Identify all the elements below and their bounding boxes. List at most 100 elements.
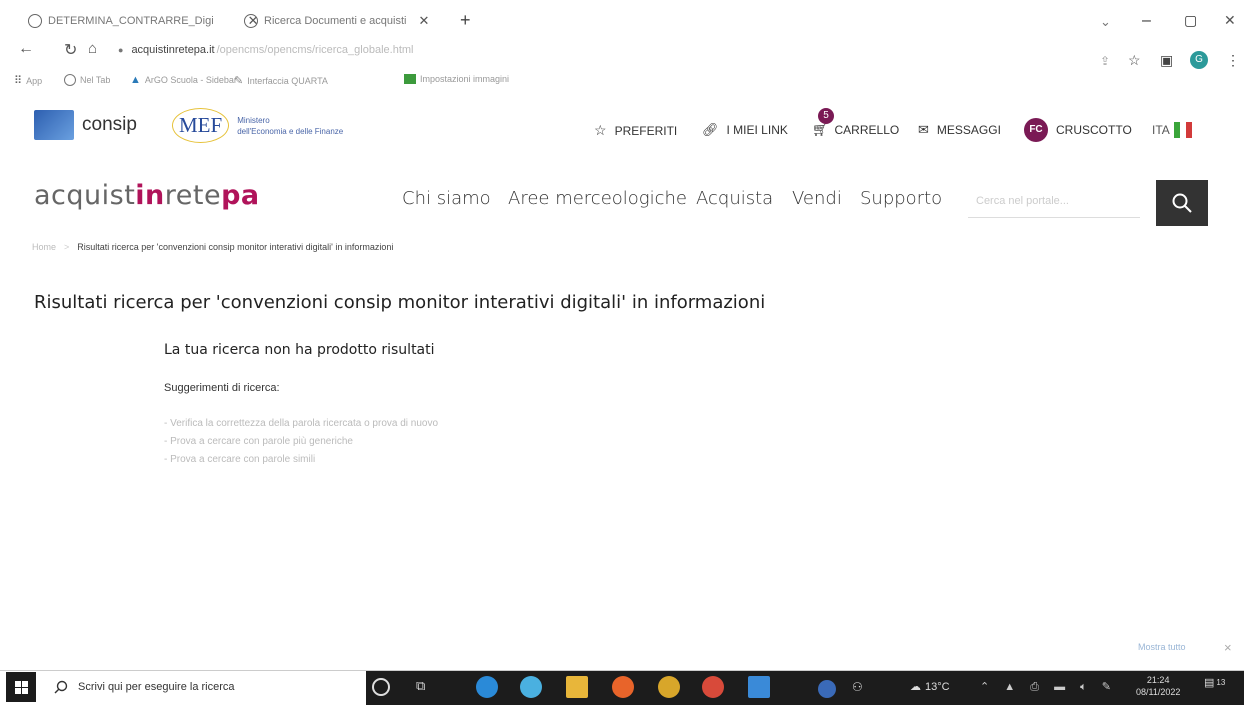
site-search-input[interactable]: Cerca nel portale... (968, 184, 1140, 218)
image-icon (404, 74, 416, 84)
notification-count: 13 (1216, 678, 1226, 687)
user-avatar: FC (1024, 118, 1048, 142)
taskbar-search-input[interactable]: Scrivi qui per eseguire la ricerca (54, 676, 354, 698)
apps-grid-icon: ⠿ (14, 75, 23, 87)
messaggi-label: MESSAGGI (936, 123, 1001, 137)
flag-icon (1173, 122, 1192, 138)
cruscotto-label: CRUSCOTTO (1056, 123, 1132, 137)
bookmark-label: Nel Tab (80, 75, 111, 85)
windows-icon (14, 680, 28, 694)
home-button[interactable]: ⌂ (88, 40, 97, 57)
consip-wave-icon (34, 110, 74, 140)
profile-avatar[interactable]: G (1190, 51, 1208, 69)
menu-icon[interactable]: ⋮ (1226, 52, 1240, 69)
task-view-icon[interactable]: ⧉ (416, 678, 425, 694)
weather-temp: 13°C (925, 680, 950, 693)
clock-date: 08/11/2022 (1136, 687, 1181, 697)
suggestion-item: - Prova a cercare con parole simili (164, 454, 316, 465)
miei-link[interactable]: 🔗︎ I MIEI LINK (702, 122, 788, 138)
preferiti-link[interactable]: ☆ PREFERITI (594, 122, 677, 139)
search-icon (1172, 193, 1192, 213)
suggestions-label: Suggerimenti di ricerca: (164, 382, 280, 394)
explorer-icon[interactable] (566, 676, 588, 698)
bookmark-star-icon[interactable]: ☆ (1128, 52, 1141, 69)
maximize-button[interactable]: ▢ (1184, 12, 1197, 29)
carrello-label: CARRELLO (834, 123, 900, 137)
address-bar[interactable]: ● acquistinretepa.it /opencms/opencms/ri… (118, 40, 413, 60)
start-button[interactable] (6, 672, 36, 702)
bookmark-label: Impostazioni immagini (420, 74, 510, 84)
logo-text: rete (164, 180, 222, 211)
notifications-button[interactable]: ▤ 13 (1204, 676, 1225, 689)
minimize-button[interactable]: – (1142, 12, 1151, 30)
clock[interactable]: 21:24 08/11/2022 (1136, 674, 1180, 698)
logo-text: in (135, 180, 165, 211)
browser-tab-1[interactable]: DETERMINA_CONTRARRE_Digi ✕ (28, 8, 259, 34)
tray-icons[interactable]: ⌃ ▲ ⎙ ▬ 🔈︎ ✎ (980, 680, 1117, 694)
breadcrumb-home[interactable]: Home (32, 242, 56, 252)
reload-button[interactable]: ↻ (64, 40, 77, 60)
bookmark-item[interactable]: ▲ ArGO Scuola - Sidebar (130, 74, 237, 86)
suggestion-item: - Verifica la correttezza della parola r… (164, 418, 439, 429)
consip-logo[interactable]: consip (34, 110, 137, 140)
cart-count-badge: 5 (818, 108, 834, 124)
bookmark-label: ArGO Scuola - Sidebar (144, 75, 237, 85)
tab-title: Ricerca Documenti e acquisti (264, 15, 407, 27)
new-tab-button[interactable]: + (460, 10, 471, 31)
back-button[interactable]: ← (18, 40, 34, 58)
weather-widget[interactable]: ☁ 13°C (910, 680, 950, 694)
messaggi-link[interactable]: ✉ MESSAGGI (918, 122, 1001, 138)
bookmark-item[interactable]: ✎ Interfaccia QUARTA (234, 74, 328, 87)
close-icon[interactable]: ✕ (418, 13, 429, 29)
mef-subtitle: Ministero (237, 115, 270, 125)
notice-close-icon[interactable]: × (1224, 640, 1232, 655)
acquistinretepa-logo[interactable]: acquistinretepa (34, 180, 260, 211)
logo-text: pa (221, 180, 260, 211)
language-label: ITA (1152, 123, 1170, 137)
sidepanel-icon[interactable]: ▣ (1160, 52, 1173, 69)
nav-vendi[interactable]: Vendi (792, 188, 842, 209)
consip-text: consip (82, 114, 137, 135)
cruscotto-link[interactable]: FC CRUSCOTTO (1024, 118, 1132, 142)
edge-icon[interactable] (476, 676, 498, 698)
lock-icon: ● (118, 45, 124, 55)
browser-tab-2[interactable]: Ricerca Documenti e acquisti ✕ (244, 8, 429, 34)
app-icon[interactable] (520, 676, 542, 698)
mef-text: MEF (172, 108, 230, 143)
nav-aree-merceologiche[interactable]: Aree merceologiche (508, 188, 687, 209)
close-window-button[interactable]: ✕ (1224, 12, 1236, 29)
site-search-button[interactable] (1156, 180, 1208, 226)
chrome-icon[interactable] (658, 676, 680, 698)
app-icon[interactable] (748, 676, 770, 698)
breadcrumb-separator: > (64, 242, 70, 252)
no-results-heading: La tua ricerca non ha prodotto risultati (164, 342, 435, 358)
app-icon[interactable] (702, 676, 724, 698)
globe-icon (64, 74, 76, 86)
bookmark-label: App (26, 75, 43, 86)
flask-icon: ▲ (130, 74, 141, 86)
dropdown-icon[interactable]: ⌄ (1100, 14, 1111, 30)
bookmark-item[interactable]: Nel Tab (64, 74, 110, 86)
bookmark-item[interactable]: Impostazioni immagini (404, 74, 509, 84)
notification-icon: ▤ (1204, 677, 1215, 689)
cortana-icon[interactable] (372, 678, 390, 696)
clock-time: 21:24 (1146, 675, 1170, 685)
language-selector[interactable]: ITA (1152, 122, 1192, 138)
app-icon[interactable] (818, 680, 836, 698)
firefox-icon[interactable] (612, 676, 634, 698)
people-icon[interactable]: ⚇ (852, 680, 863, 694)
share-icon[interactable]: ⇪ (1100, 54, 1110, 68)
tab-title: DETERMINA_CONTRARRE_Digi (48, 15, 214, 27)
nav-acquista[interactable]: Acquista (696, 188, 773, 209)
pen-icon: ✎ (234, 75, 244, 87)
cloud-icon: ☁ (910, 681, 921, 693)
globe-icon (244, 14, 258, 28)
mef-logo[interactable]: MEF Ministero dell'Economia e delle Fina… (172, 108, 343, 143)
carrello-link[interactable]: 🛒︎ 5 CARRELLO (812, 108, 900, 138)
nav-chi-siamo[interactable]: Chi siamo (402, 188, 491, 209)
show-all-link[interactable]: Mostra tutto (1138, 642, 1186, 652)
bookmark-apps[interactable]: ⠿ App (14, 74, 42, 87)
breadcrumb: Home > Risultati ricerca per 'convenzion… (32, 242, 393, 252)
search-icon (54, 680, 68, 694)
nav-supporto[interactable]: Supporto (860, 188, 942, 209)
